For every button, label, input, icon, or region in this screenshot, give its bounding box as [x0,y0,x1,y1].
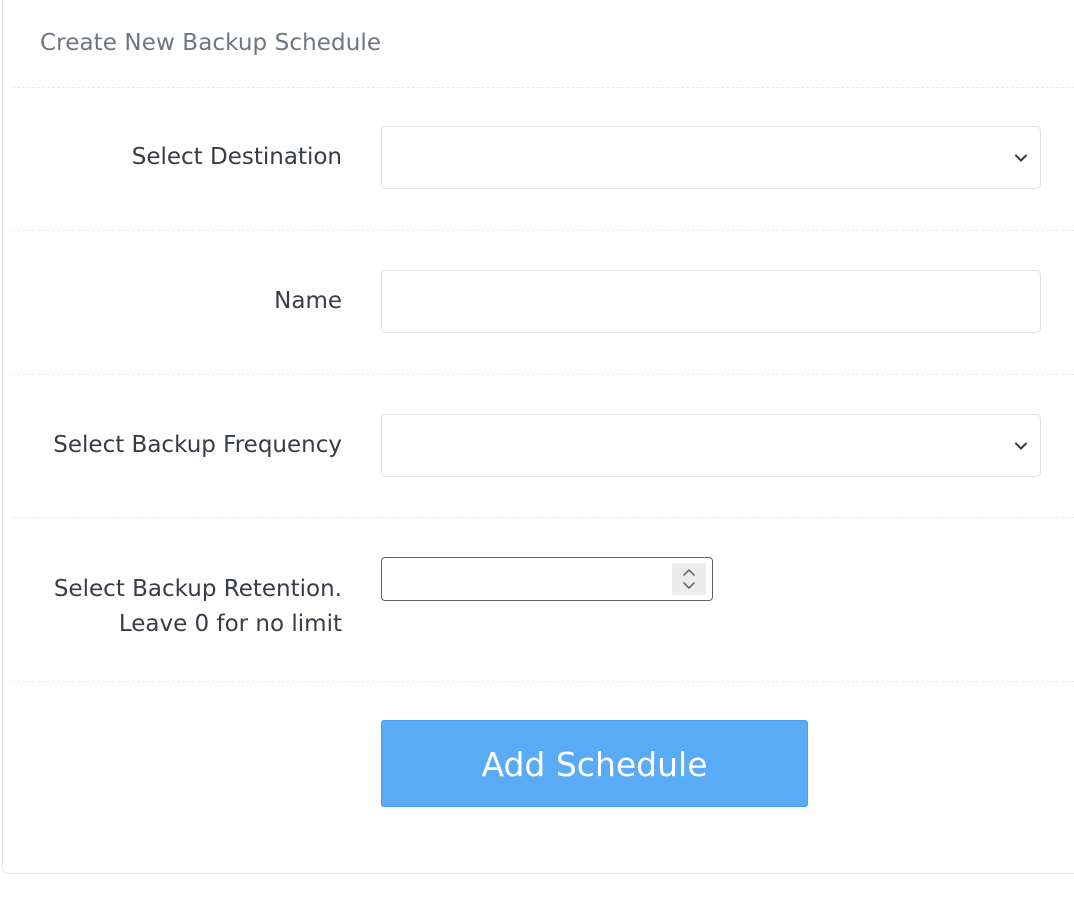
destination-select[interactable] [381,126,1041,189]
destination-label: Select Destination [131,144,342,170]
add-schedule-button[interactable]: Add Schedule [381,720,808,807]
divider [12,87,1074,88]
divider [12,374,1074,375]
spinner-updown-icon [683,569,695,589]
retention-number-input[interactable] [381,557,713,601]
divider [12,517,1074,518]
card-title: Create New Backup Schedule [40,30,382,56]
retention-label-line2: Leave 0 for no limit [118,611,342,637]
name-label: Name [274,288,342,314]
chevron-down-icon [1015,154,1027,162]
retention-label-line1: Select Backup Retention. [53,576,342,602]
chevron-down-icon [1015,442,1027,450]
frequency-select[interactable] [381,414,1041,477]
divider [12,681,1074,682]
divider [12,230,1074,231]
frequency-label: Select Backup Frequency [53,432,342,458]
name-input[interactable] [381,270,1041,333]
number-spinner[interactable] [672,563,706,595]
